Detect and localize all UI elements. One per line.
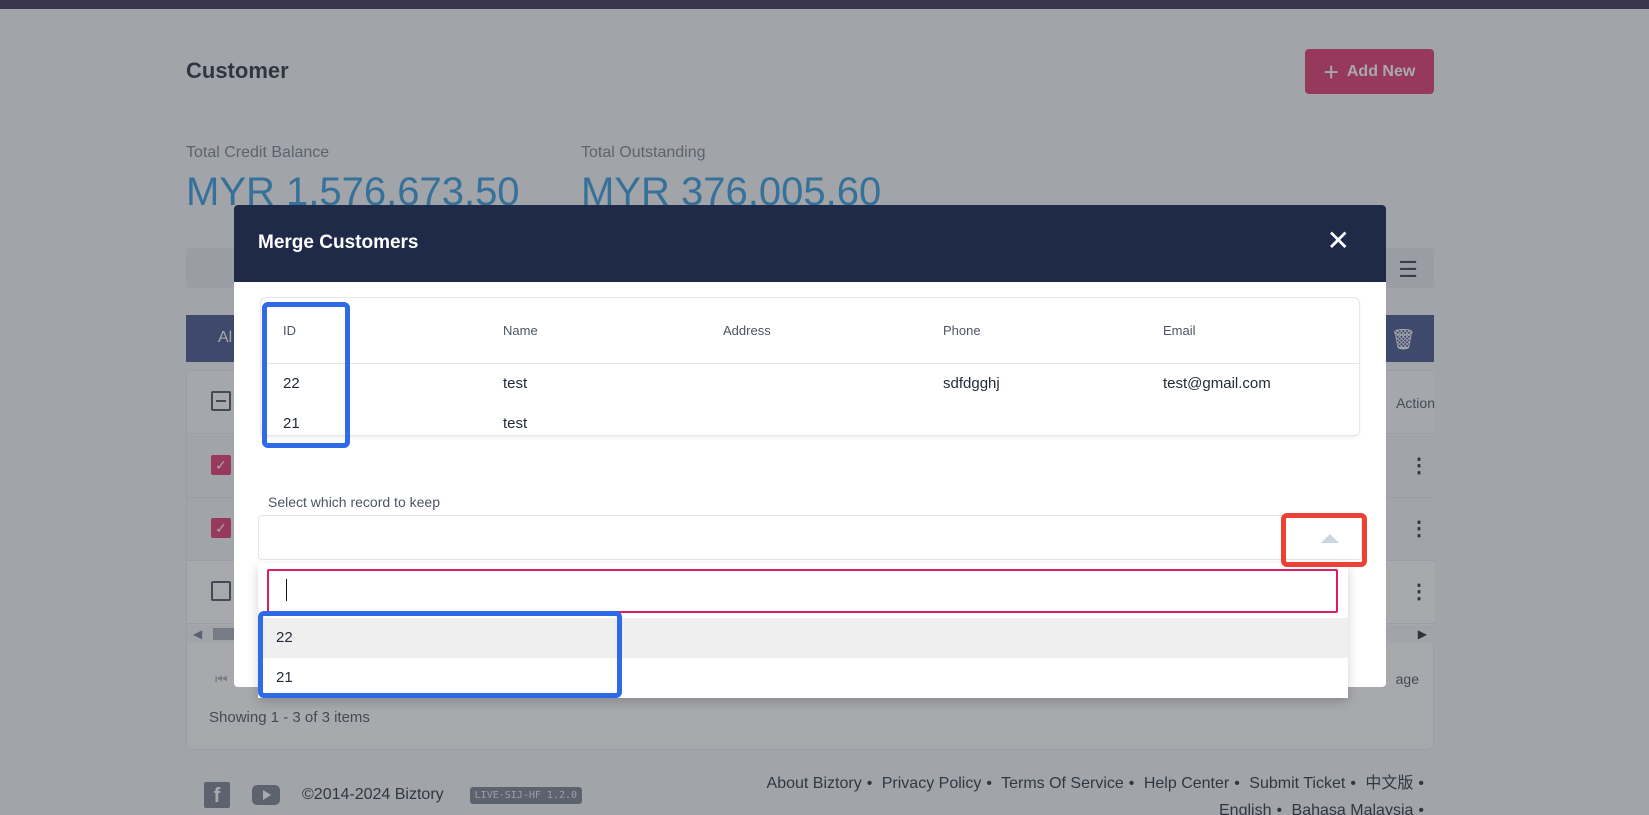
- caret-up-icon[interactable]: [1321, 534, 1339, 543]
- dropdown-search-input[interactable]: [267, 569, 1338, 613]
- cell-email: test@gmail.com: [1163, 375, 1271, 392]
- table-row: 21 test: [261, 404, 1359, 435]
- cell-id: 21: [283, 415, 300, 432]
- dropdown-option[interactable]: 21: [258, 658, 1348, 698]
- column-header-phone: Phone: [943, 323, 981, 338]
- dropdown-option[interactable]: 22: [258, 618, 1348, 658]
- cell-name: test: [503, 415, 528, 432]
- merge-table-header: ID Name Address Phone Email: [261, 298, 1359, 364]
- keep-record-label: Select which record to keep: [268, 494, 440, 510]
- table-row: 22 test sdfdgghj test@gmail.com: [261, 364, 1359, 404]
- cell-id: 22: [283, 375, 300, 392]
- column-header-id: ID: [283, 323, 296, 338]
- text-cursor: [286, 579, 287, 601]
- merge-table: ID Name Address Phone Email 22 test sdfd…: [260, 297, 1360, 436]
- cell-name: test: [503, 375, 528, 392]
- keep-record-select[interactable]: [258, 515, 1362, 560]
- cell-phone: sdfdgghj: [943, 375, 1000, 392]
- column-header-name: Name: [503, 323, 538, 338]
- keep-record-dropdown: 22 21: [258, 563, 1348, 698]
- modal-header: Merge Customers ✕: [234, 205, 1386, 282]
- modal-title: Merge Customers: [258, 232, 419, 253]
- column-header-address: Address: [723, 323, 771, 338]
- close-icon[interactable]: ✕: [1327, 227, 1350, 255]
- column-header-email: Email: [1163, 323, 1196, 338]
